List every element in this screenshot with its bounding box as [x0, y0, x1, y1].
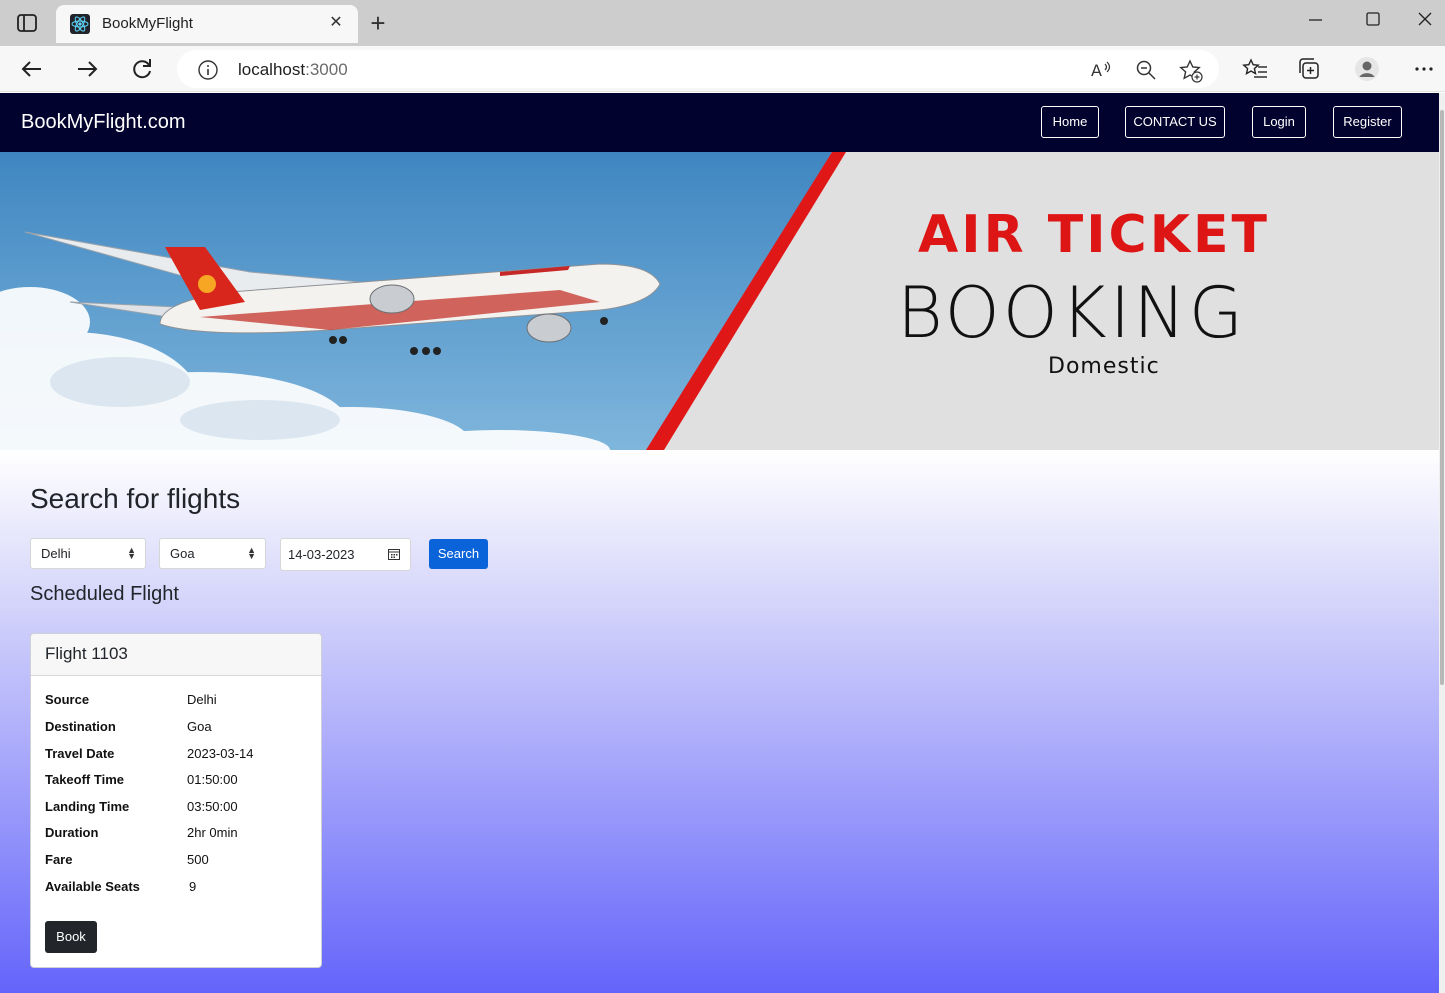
- zoom-out-icon[interactable]: [1134, 58, 1158, 82]
- select-arrows-icon: ▲ ▼: [247, 545, 256, 561]
- row-value-duration: 2hr 0min: [187, 825, 238, 840]
- maximize-icon[interactable]: [1353, 8, 1393, 32]
- tab-actions-icon[interactable]: [16, 13, 38, 33]
- row-label-source: Source: [45, 692, 90, 707]
- hero-headline: AIR TICKET: [918, 205, 1271, 265]
- svg-text:A: A: [1091, 61, 1102, 80]
- row-value-takeoff-time: 01:50:00: [187, 772, 238, 787]
- tab-title: BookMyFlight: [102, 15, 193, 32]
- hero-subheadline: BOOKING: [897, 272, 1246, 354]
- browser-tab[interactable]: BookMyFlight ✕: [56, 5, 358, 43]
- react-icon: [70, 14, 90, 34]
- read-aloud-icon[interactable]: A: [1089, 58, 1113, 82]
- row-value-landing-time: 03:50:00: [187, 799, 238, 814]
- nav-login-button[interactable]: Login: [1252, 106, 1306, 138]
- row-label-available-seats: Available Seats: [45, 879, 140, 894]
- address-text: localhost:3000: [238, 60, 348, 79]
- row-label-duration: Duration: [45, 825, 99, 840]
- more-options-icon[interactable]: [1409, 54, 1439, 84]
- destination-select[interactable]: Goa ▲ ▼: [159, 538, 266, 569]
- row-label-takeoff-time: Takeoff Time: [45, 772, 124, 787]
- site-brand[interactable]: BookMyFlight.com: [21, 111, 186, 134]
- travel-date-input[interactable]: 14-03-2023: [280, 538, 411, 571]
- book-button[interactable]: Book: [45, 921, 97, 953]
- scheduled-flight-heading: Scheduled Flight: [30, 583, 179, 605]
- address-bar[interactable]: localhost:3000 A: [177, 50, 1219, 88]
- row-value-destination: Goa: [187, 719, 212, 734]
- source-select[interactable]: Delhi ▲ ▼: [30, 538, 146, 569]
- site-navbar: BookMyFlight.com Home CONTACT US Login R…: [0, 93, 1439, 152]
- row-value-travel-date: 2023-03-14: [187, 746, 254, 761]
- nav-register-button[interactable]: Register: [1333, 106, 1402, 138]
- row-value-fare: 500: [187, 852, 209, 867]
- back-icon[interactable]: [17, 54, 47, 84]
- profile-avatar-icon[interactable]: [1352, 54, 1382, 84]
- calendar-icon[interactable]: [388, 548, 400, 560]
- nav-home-button[interactable]: Home: [1041, 106, 1099, 138]
- flight-card-title: Flight 1103: [45, 644, 128, 663]
- collections-icon[interactable]: [1295, 54, 1325, 84]
- window-close-icon[interactable]: [1405, 8, 1445, 32]
- forward-icon[interactable]: [72, 54, 102, 84]
- nav-contact-button[interactable]: CONTACT US: [1125, 106, 1225, 138]
- search-heading: Search for flights: [30, 483, 241, 514]
- row-value-available-seats: 9: [189, 879, 197, 894]
- browser-toolbar: localhost:3000 A: [0, 46, 1445, 92]
- row-label-destination: Destination: [45, 719, 116, 734]
- row-label-travel-date: Travel Date: [45, 746, 115, 761]
- row-label-landing-time: Landing Time: [45, 799, 130, 814]
- info-icon[interactable]: [197, 59, 219, 81]
- hero-tagline: Domestic: [1048, 354, 1160, 379]
- scrollbar-thumb[interactable]: [1440, 110, 1444, 685]
- new-tab-icon[interactable]: +: [364, 8, 392, 38]
- row-label-fare: Fare: [45, 852, 73, 867]
- close-icon[interactable]: ✕: [324, 11, 348, 35]
- row-value-source: Delhi: [187, 692, 217, 707]
- favorites-icon[interactable]: [1240, 54, 1270, 84]
- minimize-icon[interactable]: [1295, 8, 1335, 32]
- hero-banner: AIR TICKET BOOKING Domestic: [0, 152, 1439, 450]
- flight-card: Flight 1103 Source Delhi Destination Goa…: [30, 633, 322, 968]
- browser-tab-bar: BookMyFlight ✕ +: [0, 0, 1445, 46]
- search-button[interactable]: Search: [429, 539, 488, 569]
- add-favorite-icon[interactable]: [1178, 58, 1204, 84]
- flight-card-header: Flight 1103: [31, 634, 321, 676]
- refresh-icon[interactable]: [127, 54, 157, 84]
- select-arrows-icon: ▲ ▼: [127, 545, 136, 561]
